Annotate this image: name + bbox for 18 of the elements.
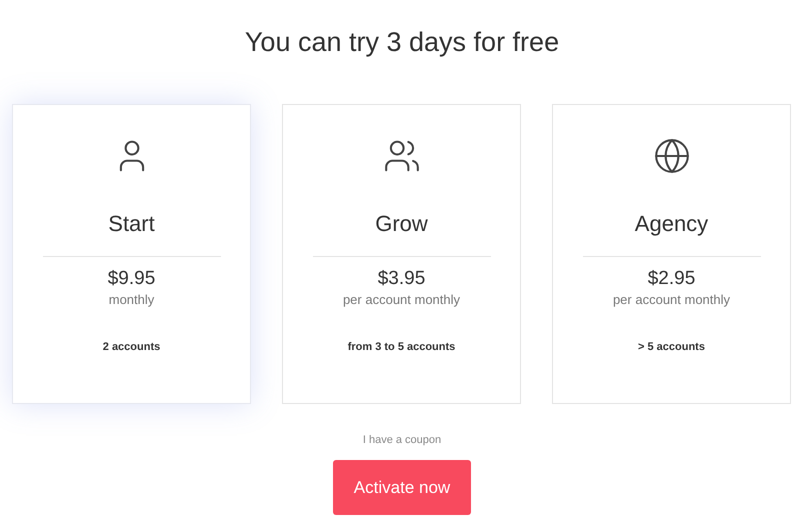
account-range: 2 accounts [102, 341, 160, 353]
plan-name: Grow [375, 210, 428, 238]
billing-period: per account monthly [342, 291, 460, 309]
plan-price: $2.95 [648, 267, 696, 291]
plan-name: Agency [634, 210, 708, 238]
plan-price: $3.95 [378, 267, 426, 291]
account-range: from 3 to 5 accounts [348, 341, 456, 353]
globe-icon [652, 137, 690, 175]
plan-card[interactable]: Grow $3.95 per account monthly from 3 to 5 accounts [282, 104, 521, 404]
billing-period: per account monthly [612, 291, 730, 309]
billing-period: monthly [108, 291, 154, 309]
plan-card[interactable]: Agency $2.95 per account monthly > 5 accounts [552, 104, 791, 404]
page-title: You can try 3 days for free [244, 26, 560, 59]
account-range: > 5 accounts [638, 341, 705, 353]
plan-card[interactable]: Start $9.95 monthly 2 accounts [12, 104, 251, 404]
plan-price: $9.95 [108, 267, 156, 291]
coupon-link[interactable]: I have a coupon [362, 434, 442, 446]
plan-name: Start [108, 210, 155, 238]
